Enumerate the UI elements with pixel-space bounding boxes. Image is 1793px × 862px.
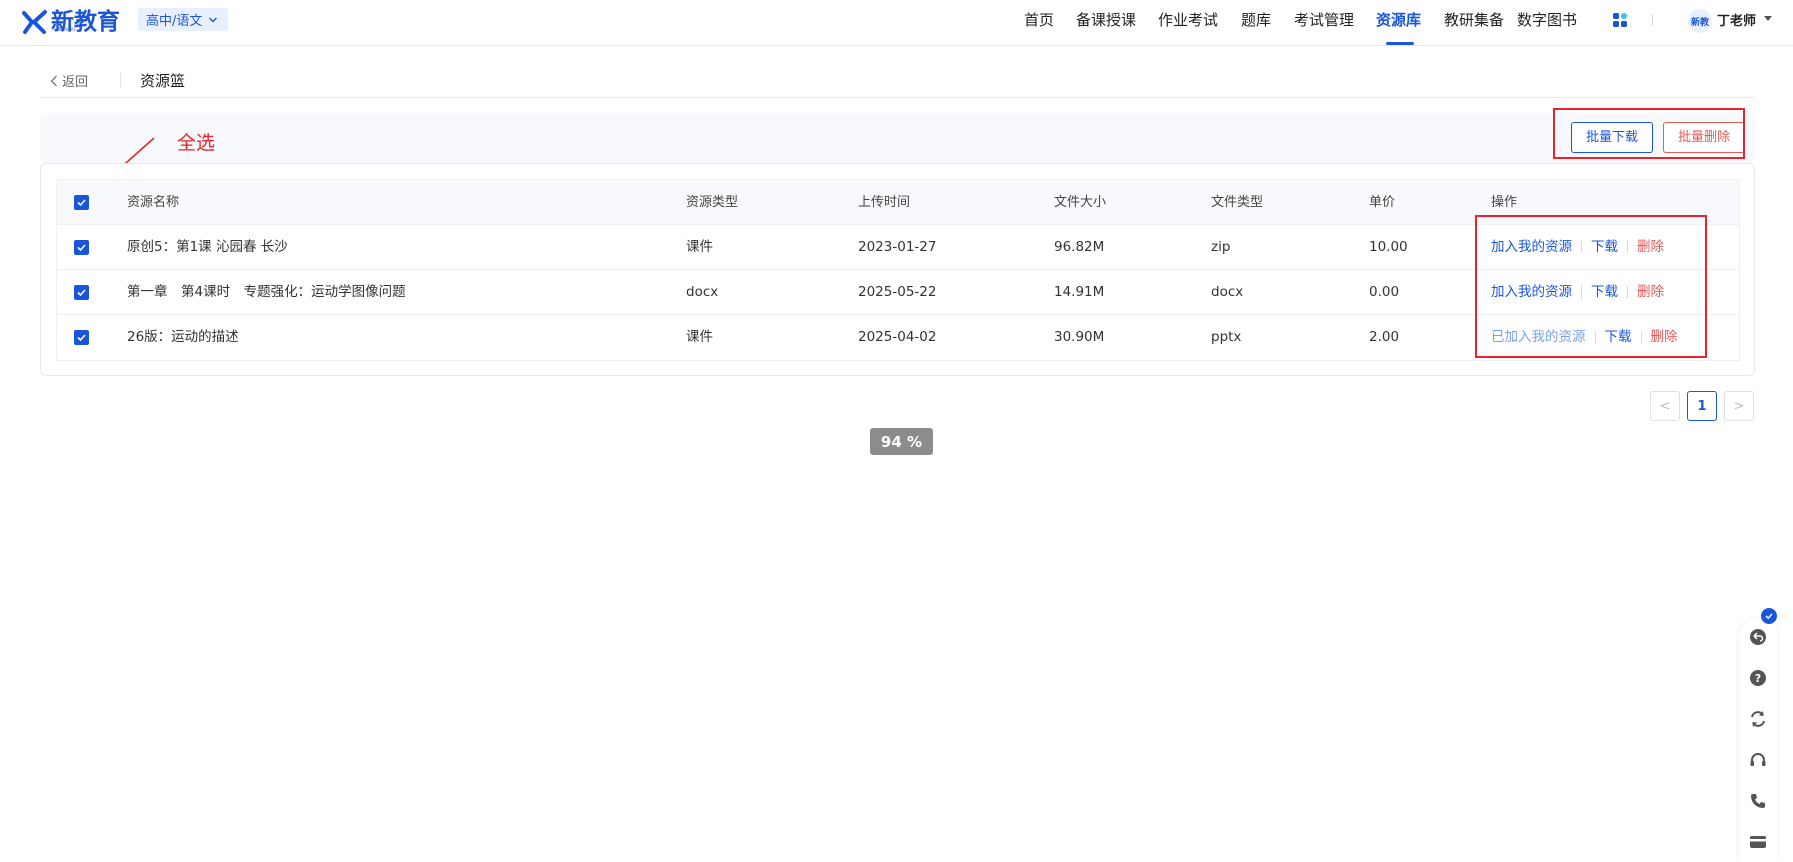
row-operations: 加入我的资源 下载 删除 [1491,225,1664,270]
user-name[interactable]: 丁老师 [1717,10,1756,29]
action-strip [40,113,1755,163]
download-link[interactable]: 下载 [1591,284,1618,300]
phone-icon[interactable] [1748,791,1768,811]
chevron-down-icon [209,17,218,22]
nav-home[interactable]: 首页 [1024,0,1054,46]
table-header: 资源名称 资源类型 上传时间 文件大小 文件类型 单价 操作 [57,180,1739,225]
pagination-next-button[interactable]: > [1724,391,1754,421]
column-header-name: 资源名称 [127,195,180,210]
pagination-prev-button[interactable]: < [1650,391,1680,421]
unit-price: 10.00 [1369,239,1408,255]
back-button[interactable]: 返回 [50,71,88,90]
add-to-my-resources-link[interactable]: 加入我的资源 [1491,284,1572,300]
check-icon [77,244,86,252]
resource-type: docx [686,284,719,300]
nav-exam-management[interactable]: 考试管理 [1294,0,1354,46]
check-badge-icon [1761,608,1777,624]
file-size: 30.90M [1054,329,1105,345]
file-type: pptx [1211,329,1242,345]
upload-time: 2023-01-27 [858,239,937,255]
upload-time: 2025-05-22 [858,284,937,300]
logo[interactable]: 新教育 [22,4,120,40]
subject-label: 高中/语文 [146,14,203,29]
added-to-my-resources-label: 已加入我的资源 [1491,329,1586,345]
row-checkbox[interactable] [74,330,89,345]
check-icon [77,334,86,342]
upload-time: 2025-04-02 [858,329,937,345]
page-title: 资源篮 [140,72,186,90]
avatar[interactable]: 新教 [1688,9,1712,33]
row-checkbox[interactable] [74,240,89,255]
nav-homework-exam[interactable]: 作业考试 [1158,0,1218,46]
resource-table: 资源名称 资源类型 上传时间 文件大小 文件类型 单价 操作 原创5：第1课 沁… [56,179,1740,361]
file-size: 96.82M [1054,239,1105,255]
download-link[interactable]: 下载 [1591,239,1618,255]
svg-text:?: ? [1755,672,1761,685]
select-all-checkbox[interactable] [74,195,89,210]
nav-teaching-research[interactable]: 教研集备 [1444,0,1504,46]
column-header-upload-time: 上传时间 [858,195,911,210]
active-nav-indicator [1386,42,1414,45]
delete-link[interactable]: 删除 [1637,284,1664,300]
file-type: zip [1211,239,1231,255]
top-navigation-bar: 新教育 XINJIAOYU 高中/语文 首页 备课授课 作业考试 题库 考试管理… [0,0,1793,46]
resource-name: 26版：运动的描述 [127,329,239,345]
breadcrumb-divider [120,73,121,87]
unit-price: 0.00 [1369,284,1400,300]
nav-resource-library[interactable]: 资源库 [1376,0,1421,46]
row-checkbox[interactable] [74,285,89,300]
resource-name: 第一章 第4课时 专题强化：运动学图像问题 [127,284,406,300]
download-link[interactable]: 下载 [1605,329,1632,345]
unit-price: 2.00 [1369,329,1400,345]
resource-type: 课件 [686,329,713,345]
row-operations: 已加入我的资源 下载 删除 [1491,315,1678,360]
undo-icon[interactable] [1748,627,1768,647]
nav-divider [1652,14,1653,26]
chevron-left-icon [50,75,57,86]
delete-link[interactable]: 删除 [1651,329,1678,345]
column-header-file-size: 文件大小 [1054,195,1107,210]
file-type: docx [1211,284,1244,300]
floating-toolbar [1739,618,1777,862]
column-header-price: 单价 [1369,195,1396,210]
check-icon [77,289,86,297]
table-row: 26版：运动的描述 课件 2025-04-02 30.90M pptx 2.00… [57,315,1739,360]
title-divider [40,97,1755,98]
logo-icon [22,10,47,34]
delete-link[interactable]: 删除 [1637,239,1664,255]
nav-digital-books[interactable]: 数字图书 [1517,0,1577,46]
logo-subtext: XINJIAOYU [55,27,76,32]
resource-name: 原创5：第1课 沁园春 长沙 [127,239,288,255]
file-size: 14.91M [1054,284,1105,300]
batch-download-button[interactable]: 批量下载 [1571,122,1653,153]
table-row: 第一章 第4课时 专题强化：运动学图像问题 docx 2025-05-22 14… [57,270,1739,315]
refresh-icon[interactable] [1748,709,1768,729]
column-header-operations: 操作 [1491,195,1518,210]
nav-question-bank[interactable]: 题库 [1241,0,1271,46]
headset-icon[interactable] [1748,750,1768,770]
card-icon[interactable] [1748,832,1768,852]
zoom-level-badge: 94 % [870,428,933,455]
caret-down-icon[interactable] [1764,16,1772,22]
pagination-page-1[interactable]: 1 [1687,391,1717,421]
table-row: 原创5：第1课 沁园春 长沙 课件 2023-01-27 96.82M zip … [57,225,1739,270]
resource-type: 课件 [686,239,713,255]
check-icon [77,199,86,207]
batch-delete-button[interactable]: 批量删除 [1663,122,1745,153]
add-to-my-resources-link[interactable]: 加入我的资源 [1491,239,1572,255]
apps-grid-icon[interactable] [1612,12,1628,28]
row-operations: 加入我的资源 下载 删除 [1491,270,1664,315]
column-header-type: 资源类型 [686,195,739,210]
help-icon[interactable]: ? [1748,668,1768,688]
back-label: 返回 [62,75,89,90]
annotation-select-all: 全选 [177,132,216,154]
nav-lesson-prep[interactable]: 备课授课 [1076,0,1136,46]
column-header-file-type: 文件类型 [1211,195,1264,210]
subject-selector[interactable]: 高中/语文 [138,8,229,31]
